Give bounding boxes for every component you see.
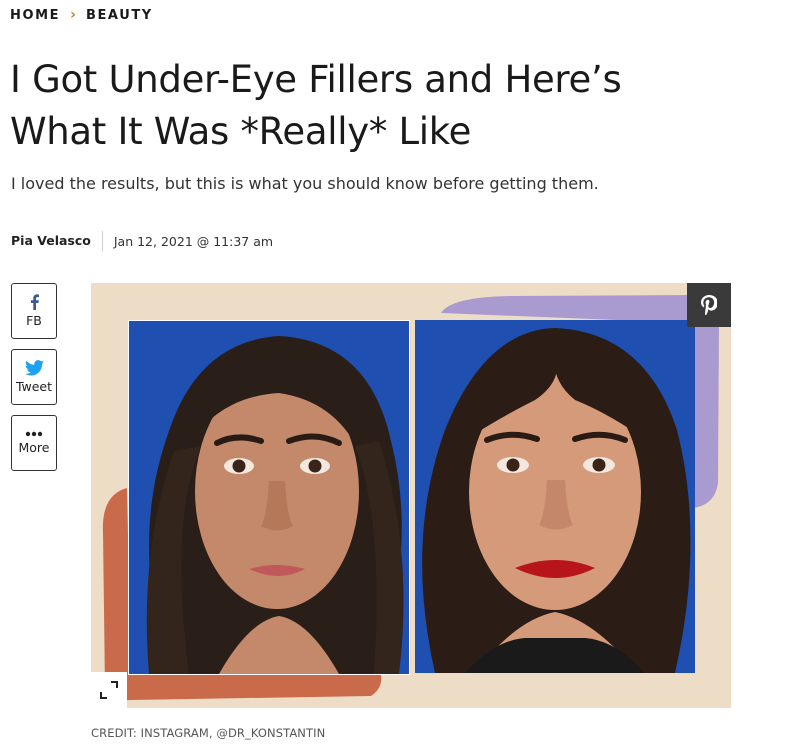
share-facebook-button[interactable]: FB <box>11 283 57 339</box>
breadcrumb: HOME › BEAUTY <box>10 7 153 23</box>
breadcrumb-beauty-link[interactable]: BEAUTY <box>86 8 153 23</box>
lead-image[interactable] <box>91 283 731 708</box>
pinterest-button[interactable] <box>687 283 731 327</box>
chevron-right-icon: › <box>70 7 76 23</box>
page-title: I Got Under-Eye Fillers and Here’s What … <box>10 54 770 158</box>
expand-icon <box>100 681 118 699</box>
share-more-button[interactable]: More <box>11 415 57 471</box>
publish-date: Jan 12, 2021 @ 11:37 am <box>113 233 274 249</box>
article-dek: I loved the results, but this is what yo… <box>11 174 599 193</box>
share-more-label: More <box>18 440 50 455</box>
author-link[interactable]: Pia Velasco <box>11 231 103 251</box>
twitter-bird-icon <box>24 360 44 376</box>
title-line-2: What It Was *Really* Like <box>10 110 472 153</box>
byline: Pia Velasco Jan 12, 2021 @ 11:37 am <box>11 231 273 251</box>
share-twitter-label: Tweet <box>15 379 53 394</box>
after-photo <box>415 320 695 673</box>
image-credit: CREDIT: INSTAGRAM, @DR_KONSTANTIN <box>91 726 326 740</box>
before-photo <box>128 320 410 675</box>
expand-image-button[interactable] <box>91 672 127 708</box>
pinterest-icon <box>701 295 717 315</box>
share-facebook-label: FB <box>26 313 42 328</box>
title-line-1: I Got Under-Eye Fillers and Here’s <box>10 58 622 101</box>
breadcrumb-home-link[interactable]: HOME <box>10 8 60 23</box>
share-twitter-button[interactable]: Tweet <box>11 349 57 405</box>
ellipsis-icon <box>25 431 43 437</box>
facebook-icon <box>30 294 39 310</box>
